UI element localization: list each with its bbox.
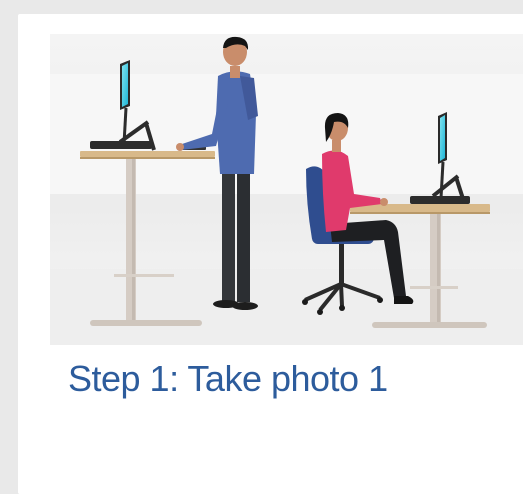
standing-desk-top [80,151,215,157]
floor-band [50,269,523,345]
standing-desk-foot [90,320,202,326]
step-title[interactable]: Step 1: Take photo 1 [68,358,388,400]
sitting-desk-foot [372,322,487,328]
desk-photo [50,34,523,345]
